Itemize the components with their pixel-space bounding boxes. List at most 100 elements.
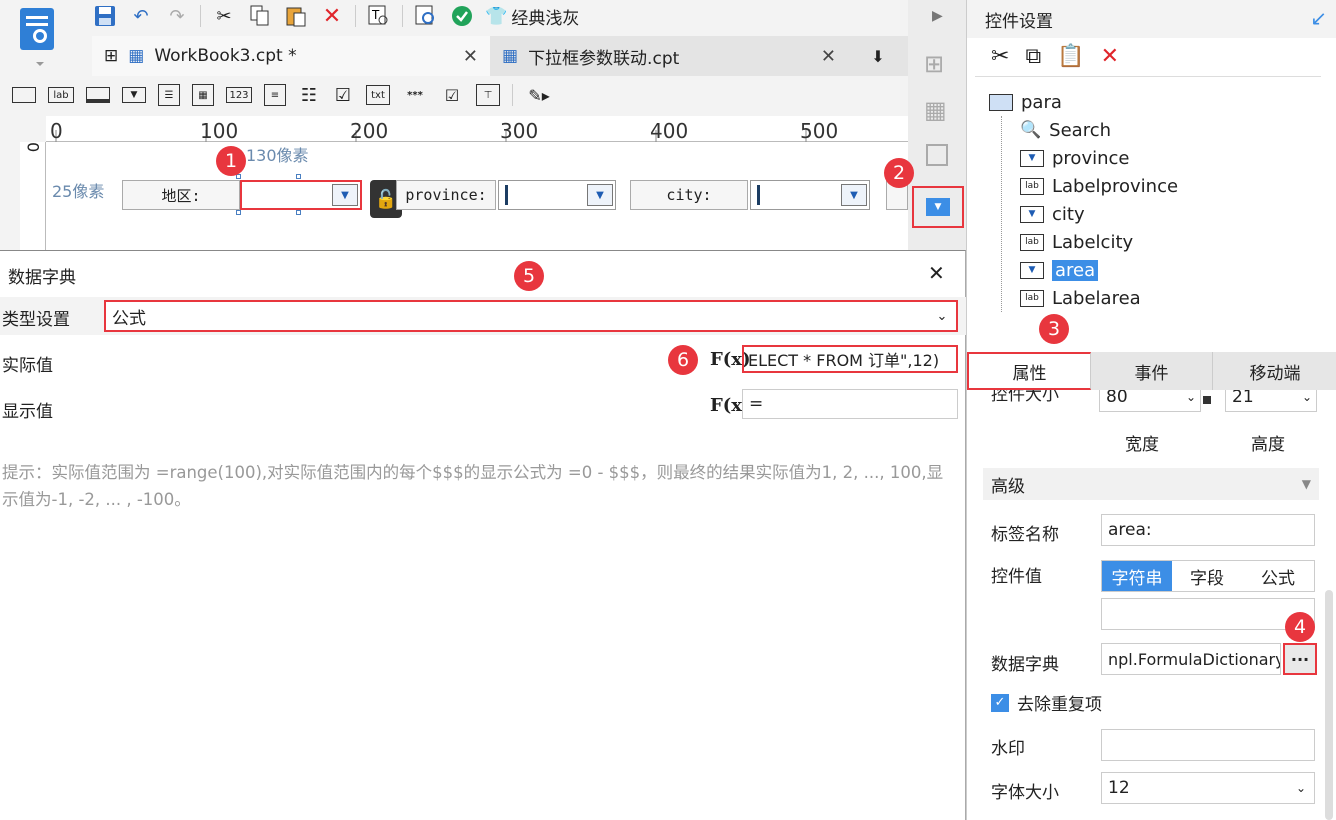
- text-cursor: [505, 185, 508, 205]
- cut-icon[interactable]: ✂: [991, 44, 1009, 69]
- delete-icon[interactable]: ✕: [1101, 44, 1119, 69]
- dropdown-arrow-icon: ▼: [841, 184, 867, 206]
- delete-icon[interactable]: ✕: [319, 3, 345, 29]
- lock-ratio-icon[interactable]: [1203, 396, 1211, 404]
- resize-handle[interactable]: [296, 210, 301, 215]
- redo-icon[interactable]: ↷: [164, 3, 190, 29]
- close-icon[interactable]: ✕: [928, 261, 945, 285]
- combobox-component-button[interactable]: ▼: [912, 186, 964, 228]
- tab-dropdown-linkage[interactable]: ▦ 下拉框参数联动.cpt ✕: [490, 36, 848, 76]
- tab-workbook3[interactable]: ⊞ ▦ WorkBook3.cpt * ✕: [92, 36, 490, 76]
- widget-value-input[interactable]: [1101, 598, 1315, 630]
- close-icon[interactable]: ✕: [463, 46, 478, 67]
- undo-icon[interactable]: ↶: [128, 3, 154, 29]
- tab-events[interactable]: 事件: [1091, 352, 1213, 390]
- mode-field[interactable]: 字段: [1172, 561, 1242, 591]
- tab-properties[interactable]: 属性: [967, 352, 1091, 390]
- panel-title: 控件设置: [985, 11, 1053, 32]
- tree-node-province[interactable]: ▼ province: [1020, 144, 1178, 172]
- check-icon[interactable]: [449, 3, 475, 29]
- tree-node-para[interactable]: para: [989, 88, 1178, 116]
- cut-icon[interactable]: ✂: [211, 3, 237, 29]
- paste-icon[interactable]: 📋: [1057, 44, 1084, 69]
- checkbox-group-icon[interactable]: ☑: [332, 85, 354, 106]
- para-icon: [989, 93, 1013, 111]
- display-value-input[interactable]: =: [742, 389, 958, 419]
- mode-formula[interactable]: 公式: [1242, 561, 1314, 591]
- tree-label: Labelarea: [1052, 287, 1141, 309]
- close-icon[interactable]: ✕: [821, 46, 836, 67]
- width-input[interactable]: 80 ⌄: [1099, 390, 1201, 412]
- textbox-widget-icon[interactable]: [12, 87, 36, 103]
- collapse-icon[interactable]: ↙: [1310, 6, 1327, 30]
- copy-icon[interactable]: [247, 3, 273, 29]
- font-size-select[interactable]: 12 ⌄: [1101, 772, 1315, 804]
- label-area-widget[interactable]: 地区:: [122, 180, 240, 210]
- mode-string[interactable]: 字符串: [1102, 561, 1172, 591]
- dropdown-arrow-icon: ▼: [587, 184, 613, 206]
- more-widgets-icon[interactable]: ✎▸: [525, 86, 553, 105]
- resize-handle[interactable]: [296, 174, 301, 179]
- province-combobox[interactable]: ▼: [498, 180, 616, 210]
- number-widget-icon[interactable]: 123: [226, 87, 252, 103]
- theme-button[interactable]: 👕 经典浅灰: [485, 4, 579, 29]
- tree-node-labelarea[interactable]: lab Labelarea: [1020, 284, 1178, 312]
- actual-value-input[interactable]: ELECT * FROM 订单",12): [742, 345, 958, 373]
- advanced-label: 高级: [991, 476, 1025, 497]
- city-combobox[interactable]: ▼: [750, 180, 870, 210]
- text-widget-icon[interactable]: txt: [366, 85, 390, 105]
- tree-node-labelcity[interactable]: lab Labelcity: [1020, 228, 1178, 256]
- copy-icon[interactable]: ⧉: [1025, 44, 1041, 69]
- separator: [355, 5, 356, 27]
- dedup-checkbox-row[interactable]: ✓ 去除重复项: [991, 690, 1102, 715]
- search-widget-icon: 🔍: [1020, 120, 1042, 140]
- layout-icon[interactable]: ⊞: [924, 50, 944, 78]
- watermark-input[interactable]: [1101, 729, 1315, 761]
- chevron-down-icon: ▼: [1301, 477, 1311, 491]
- text-search-icon[interactable]: T: [366, 3, 392, 29]
- scrollbar[interactable]: [1325, 590, 1333, 820]
- type-select[interactable]: 公式 ⌄: [104, 300, 958, 332]
- data-dictionary-edit-button[interactable]: ···: [1283, 643, 1317, 675]
- ruler-mark: 500: [800, 119, 839, 143]
- tree-node-labelprovince[interactable]: lab Labelprovince: [1020, 172, 1178, 200]
- combobox-widget-icon[interactable]: ▼: [122, 87, 146, 103]
- list-widget-icon[interactable]: ☰: [158, 84, 180, 106]
- dropdown-arrow-icon: ▼: [332, 184, 358, 206]
- tab-menu-button[interactable]: ⬇: [848, 36, 908, 76]
- password-widget-icon[interactable]: ***: [402, 87, 428, 103]
- height-input[interactable]: 21 ⌄: [1225, 390, 1317, 412]
- paste-icon[interactable]: [283, 3, 309, 29]
- resize-handle[interactable]: [236, 210, 241, 215]
- document-tabs: ⊞ ▦ WorkBook3.cpt * ✕ ▦ 下拉框参数联动.cpt ✕ ⬇: [92, 36, 908, 76]
- tab-mobile[interactable]: 移动端: [1213, 352, 1336, 390]
- area-combobox[interactable]: ▼: [240, 180, 362, 210]
- radio-group-icon[interactable]: ☷: [298, 85, 320, 106]
- info-layout-icon[interactable]: ▦: [924, 96, 947, 124]
- date-widget-icon[interactable]: ▦: [192, 84, 214, 106]
- label-name-input[interactable]: area:: [1101, 514, 1315, 546]
- textarea-widget-icon[interactable]: ≡: [264, 84, 286, 106]
- advanced-section-header[interactable]: 高级 ▼: [983, 468, 1319, 500]
- frame-icon[interactable]: [926, 144, 948, 166]
- report-icon: ▦: [128, 46, 145, 66]
- tree-widget-icon[interactable]: ⊤: [476, 84, 500, 106]
- tree-node-search[interactable]: 🔍 Search: [1020, 116, 1178, 144]
- save-icon[interactable]: [92, 3, 118, 29]
- tree-node-city[interactable]: ▼ city: [1020, 200, 1178, 228]
- checkbox-checked-icon[interactable]: ✓: [991, 693, 1009, 712]
- property-tabs: 属性 事件 移动端: [967, 352, 1336, 390]
- checkbox-widget-icon[interactable]: ☑: [440, 86, 464, 105]
- display-value-label: 显示值: [2, 402, 53, 422]
- data-dictionary-input[interactable]: npl.FormulaDictionary: [1101, 643, 1281, 675]
- expand-arrow-icon[interactable]: ▶: [932, 8, 943, 24]
- button-widget-icon[interactable]: [86, 87, 110, 103]
- label-widget-icon[interactable]: lab: [48, 87, 74, 103]
- ruler-mark: 100: [200, 119, 239, 143]
- tree-node-area[interactable]: ▼ area: [1020, 256, 1178, 284]
- app-logo[interactable]: [18, 6, 62, 66]
- label-city-widget[interactable]: city:: [630, 180, 748, 210]
- preview-icon[interactable]: [413, 3, 439, 29]
- label-province-widget[interactable]: province:: [396, 180, 496, 210]
- label-icon: lab: [1020, 177, 1044, 195]
